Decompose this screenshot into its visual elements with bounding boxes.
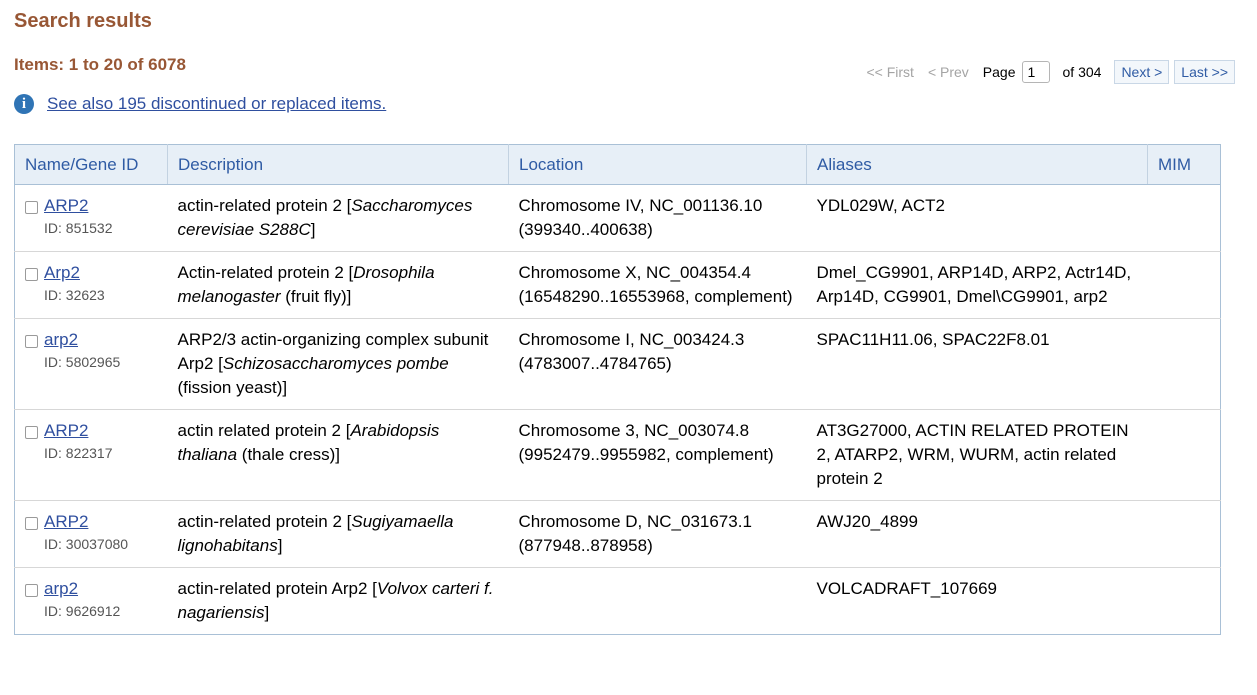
table-row: ARP2 ID: 851532 actin-related protein 2 … (14, 184, 1221, 252)
location-cell: Chromosome D, NC_031673.1 (877948..87895… (508, 500, 807, 568)
description-tail: (thale cress)] (237, 445, 341, 464)
aliases-cell: YDL029W, ACT2 (806, 184, 1148, 252)
description-tail: ] (277, 536, 283, 555)
see-also-notice: i See also 195 discontinued or replaced … (14, 94, 386, 114)
column-header-location[interactable]: Location (508, 144, 807, 185)
mim-cell (1147, 409, 1221, 501)
organism-name: Schizosaccharomyces pombe (222, 354, 449, 373)
location-cell: Chromosome IV, NC_001136.10 (399340..400… (508, 184, 807, 252)
gene-id: ID: 32623 (44, 287, 105, 303)
table-row: ARP2 ID: 822317 actin related protein 2 … (14, 409, 1221, 501)
gene-name-link[interactable]: arp2 (44, 579, 78, 598)
see-also-link[interactable]: See also 195 discontinued or replaced it… (47, 94, 386, 114)
gene-name-link[interactable]: ARP2 (44, 512, 88, 531)
mim-cell (1147, 500, 1221, 568)
next-page-button[interactable]: Next > (1114, 60, 1170, 84)
prev-page-link: < Prev (927, 64, 969, 80)
row-checkbox[interactable] (25, 426, 38, 439)
column-header-aliases[interactable]: Aliases (806, 144, 1148, 185)
name-cell: ARP2 ID: 30037080 (14, 500, 168, 568)
table-row: ARP2 ID: 30037080 actin-related protein … (14, 500, 1221, 568)
pager: << First < Prev Page of 304 Next > Last … (866, 59, 1235, 85)
description-text: actin-related protein 2 [ (177, 196, 352, 215)
gene-name-link[interactable]: Arp2 (44, 263, 80, 282)
row-checkbox[interactable] (25, 201, 38, 214)
results-table: Name/Gene ID Description Location Aliase… (14, 144, 1221, 635)
page-label: Page (982, 64, 1016, 80)
description-cell: actin-related protein 2 [Sugiyamaella li… (167, 500, 509, 568)
table-row: Arp2 ID: 32623 Actin-related protein 2 [… (14, 251, 1221, 319)
description-text: Actin-related protein 2 [ (177, 263, 354, 282)
location-cell: Chromosome 3, NC_003074.8 (9952479..9955… (508, 409, 807, 501)
table-row: arp2 ID: 9626912 actin-related protein A… (15, 568, 1221, 635)
description-tail: (fruit fly)] (280, 287, 352, 306)
description-tail: ] (310, 220, 316, 239)
description-cell: ARP2/3 actin-organizing complex subunit … (167, 318, 509, 410)
gene-id: ID: 851532 (44, 220, 113, 236)
description-text: actin related protein 2 [ (177, 421, 351, 440)
gene-id: ID: 822317 (44, 445, 113, 461)
gene-name-link[interactable]: ARP2 (44, 421, 88, 440)
location-cell: Chromosome X, NC_004354.4 (16548290..165… (508, 251, 807, 319)
gene-name-link[interactable]: arp2 (44, 330, 78, 349)
description-cell: actin-related protein 2 [Saccharomyces c… (167, 184, 509, 252)
gene-id: ID: 9626912 (44, 603, 121, 619)
mim-cell (1148, 568, 1221, 635)
aliases-cell: VOLCADRAFT_107669 (816, 579, 997, 598)
aliases-cell: AT3G27000, ACTIN RELATED PROTEIN 2, ATAR… (806, 409, 1148, 501)
row-checkbox[interactable] (25, 335, 38, 348)
table-row: arp2 ID: 5802965 ARP2/3 actin-organizing… (14, 318, 1221, 410)
description-tail: (fission yeast)] (177, 378, 288, 397)
mim-cell (1147, 251, 1221, 319)
column-header-mim[interactable]: MIM (1147, 144, 1221, 185)
aliases-cell: Dmel_CG9901, ARP14D, ARP2, Actr14D, Arp1… (806, 251, 1148, 319)
name-cell: Arp2 ID: 32623 (14, 251, 168, 319)
aliases-cell: AWJ20_4899 (806, 500, 1148, 568)
mim-cell (1147, 318, 1221, 410)
first-page-link: << First (866, 64, 914, 80)
description-text: actin-related protein Arp2 [ (177, 579, 377, 598)
description-cell: actin related protein 2 [Arabidopsis tha… (167, 409, 509, 501)
gene-name-link[interactable]: ARP2 (44, 196, 88, 215)
gene-id: ID: 30037080 (44, 536, 129, 552)
column-header-name[interactable]: Name/Gene ID (14, 144, 168, 185)
name-cell: ARP2 ID: 822317 (14, 409, 168, 501)
name-cell: ARP2 ID: 851532 (14, 184, 168, 252)
page-number-input[interactable] (1021, 61, 1050, 83)
location-cell (509, 568, 807, 635)
row-checkbox[interactable] (25, 584, 38, 597)
search-results-page: Search results Items: 1 to 20 of 6078 i … (0, 0, 1257, 695)
location-cell: Chromosome I, NC_003424.3 (4783007..4784… (508, 318, 807, 410)
page-title: Search results (14, 10, 152, 32)
row-checkbox[interactable] (25, 517, 38, 530)
description-text: actin-related protein 2 [ (177, 512, 352, 531)
description-cell: actin-related protein Arp2 [Volvox carte… (168, 568, 509, 635)
info-icon: i (14, 94, 34, 114)
mim-cell (1147, 184, 1221, 252)
total-pages: of 304 (1062, 64, 1102, 80)
gene-id: ID: 5802965 (44, 354, 121, 370)
row-checkbox[interactable] (25, 268, 38, 281)
description-tail: ] (264, 603, 270, 622)
aliases-cell: SPAC11H11.06, SPAC22F8.01 (806, 318, 1148, 410)
last-page-button[interactable]: Last >> (1174, 60, 1235, 84)
table-header-row: Name/Gene ID Description Location Aliase… (14, 144, 1221, 185)
name-cell: arp2 ID: 5802965 (14, 318, 168, 410)
description-cell: Actin-related protein 2 [Drosophila mela… (167, 251, 509, 319)
items-summary: Items: 1 to 20 of 6078 (14, 55, 186, 74)
name-cell: arp2 ID: 9626912 (15, 568, 168, 635)
column-header-description[interactable]: Description (167, 144, 509, 185)
